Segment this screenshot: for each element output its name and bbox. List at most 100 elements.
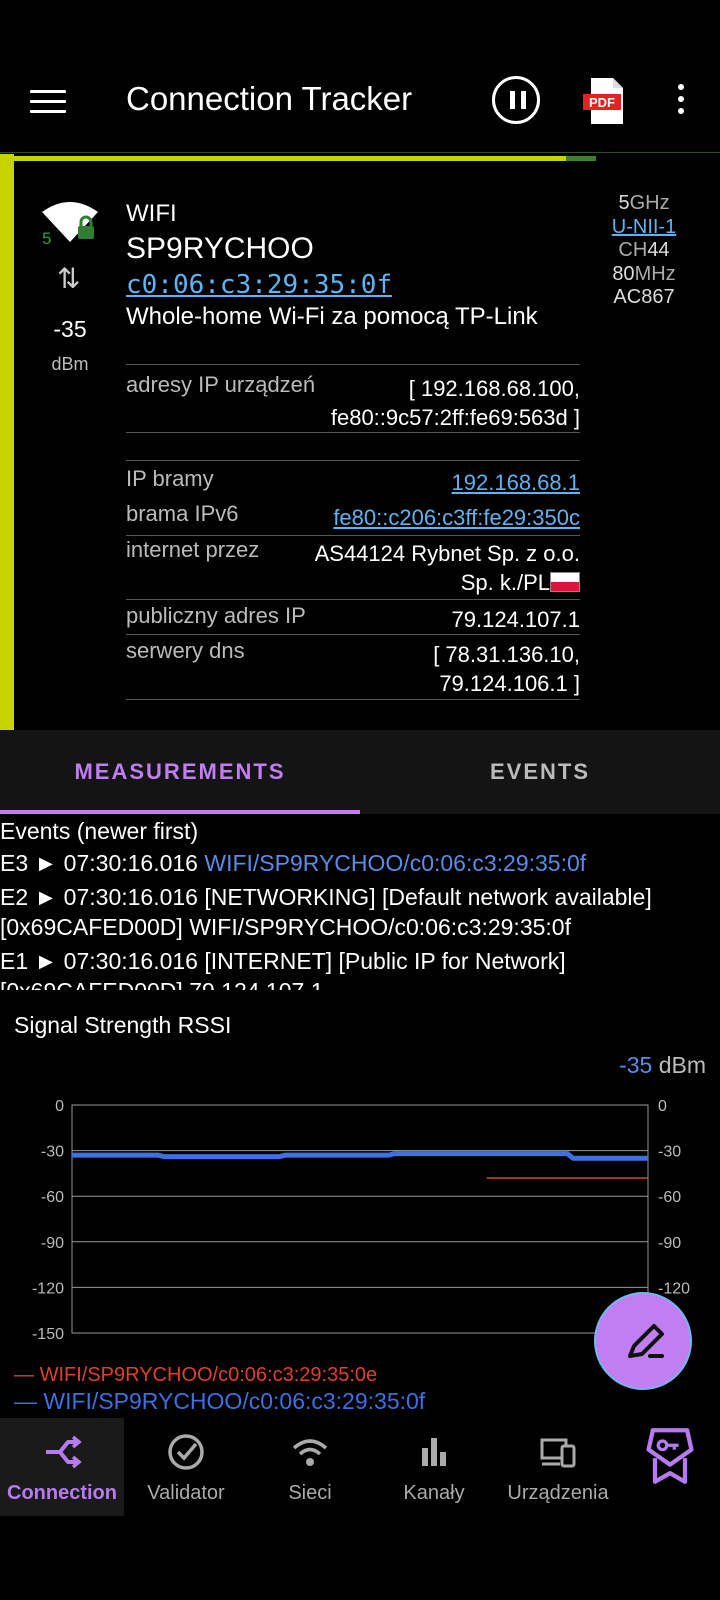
tab-measurements[interactable]: MEASUREMENTS [0, 730, 360, 814]
band-freq-unit: GHz [629, 192, 670, 214]
isp-line1: AS44124 Rybnet Sp. z o.o. [314, 541, 580, 566]
network-type: WIFI [126, 200, 177, 227]
events-header: Events (newer first) [0, 818, 199, 844]
wifi-signal-icon: 5 [40, 198, 100, 248]
divider [126, 599, 580, 600]
app-title: Connection Tracker [126, 80, 413, 117]
nav-channels[interactable]: Kanały [372, 1418, 496, 1516]
divider [126, 432, 580, 433]
nav-devices-label: Urządzenia [507, 1482, 609, 1504]
divider [126, 460, 580, 461]
pdf-export-icon[interactable]: PDF [583, 76, 627, 126]
y-tick-label-left: -30 [41, 1144, 64, 1161]
band-width-num: 80 [612, 262, 635, 285]
y-tick-label-left: 0 [55, 1098, 64, 1115]
dns-line2: 79.124.106.1 ] [439, 671, 580, 696]
nav-channels-label: Kanały [403, 1482, 465, 1504]
legend-0e-label: WIFI/SP9RYCHOO/c0:06:c3:29:35:0e [39, 1364, 378, 1386]
signal-quality-bar [0, 154, 14, 730]
band-width-unit: MHz [634, 262, 676, 285]
divider [0, 152, 720, 153]
band-standard: AC867 [613, 286, 675, 308]
y-tick-label-left: -120 [32, 1280, 64, 1297]
y-tick-label-left: -60 [41, 1189, 64, 1206]
event-e3-network: WIFI/SP9RYCHOO/c0:06:c3:29:35:0f [204, 850, 587, 876]
gateway-label: IP bramy [126, 466, 214, 491]
signal-quality-top-bar-end [566, 156, 596, 161]
nav-networks[interactable]: Sieci [248, 1418, 372, 1516]
y-tick-label-left: -90 [41, 1235, 64, 1252]
chart-current-unit: dBm [652, 1052, 706, 1078]
overflow-menu-icon[interactable] [678, 84, 684, 118]
check-circle-icon [168, 1434, 204, 1470]
app-bar: Connection Tracker PDF [0, 50, 720, 154]
divider [126, 364, 580, 365]
data-transfer-icon: ⇅ [57, 263, 81, 294]
pdf-label: PDF [589, 95, 615, 110]
event-e2-line2: [0x69CAFED00D] WIFI/SP9RYCHOO/c0:06:c3:2… [0, 914, 571, 940]
plot-frame [71, 1104, 649, 1334]
isp-line2: Sp. k./PL [460, 570, 550, 595]
dns-line1: [ 78.31.136.10, [433, 642, 580, 667]
dns-value: [ 78.31.136.10, 79.124.106.1 ] [433, 640, 580, 698]
poland-flag-icon [550, 572, 580, 592]
event-e2-line1: E2 ► 07:30:16.016 [NETWORKING] [Default … [0, 884, 652, 910]
divider [126, 699, 580, 700]
band-info: 5GHz U-NII-1 CH44 80MHz AC867 [596, 192, 692, 310]
events-list[interactable]: Events (newer first) E3 ► 07:30:16.016 W… [0, 814, 720, 990]
nav-validator-label: Validator [147, 1482, 225, 1504]
chart-current-number: -35 [619, 1052, 653, 1078]
device-ip-label: adresy IP urządzeń [126, 372, 316, 397]
pause-icon[interactable] [492, 76, 540, 124]
public-ip-label: publiczny adres IP [126, 603, 306, 628]
event-item-e1: E1 ► 07:30:16.016 [INTERNET] [Public IP … [0, 946, 710, 990]
device-ip-value: [ 192.168.68.100, fe80::9c57:2ff:fe69:56… [331, 374, 580, 432]
nav-validator[interactable]: Validator [124, 1418, 248, 1516]
rssi-value: -35 [53, 316, 87, 342]
chart-title: Signal Strength RSSI [14, 1012, 232, 1038]
isp-value: AS44124 Rybnet Sp. z o.o. Sp. k./PL [315, 539, 580, 597]
tab-events[interactable]: EVENTS [360, 730, 720, 814]
nav-networks-label: Sieci [288, 1482, 332, 1504]
menu-icon[interactable] [30, 90, 66, 114]
rssi-unit: dBm [51, 354, 89, 374]
dns-label: serwery dns [126, 638, 245, 663]
network-bssid-link[interactable]: c0:06:c3:29:35:0f [126, 270, 392, 300]
legend-0f-swatch: — [14, 1388, 44, 1414]
device-ip-line1: [ 192.168.68.100, [408, 376, 580, 401]
divider [126, 535, 580, 536]
legend-0e-swatch: — [14, 1364, 40, 1386]
public-ip-value: 79.124.107.1 [451, 607, 580, 632]
y-tick-label-right: -60 [658, 1189, 681, 1206]
gateway6-value-link[interactable]: fe80::c206:c3ff:fe29:350c [333, 503, 580, 532]
y-tick-label-right: 0 [658, 1098, 667, 1115]
edit-fab-button[interactable] [594, 1292, 692, 1390]
event-item-e3: E3 ► 07:30:16.016 WIFI/SP9RYCHOO/c0:06:c… [0, 848, 710, 878]
series-line-1 [72, 1151, 648, 1161]
gateway-value-link[interactable]: 192.168.68.1 [452, 468, 580, 497]
signal-quality-top-bar [14, 156, 566, 161]
isp-label: internet przez [126, 537, 260, 562]
connection-icon [46, 1435, 82, 1469]
y-tick-label-left: -150 [32, 1326, 64, 1343]
gateway6-label: brama IPv6 [126, 501, 239, 526]
band-freq-num: 5 [618, 192, 630, 214]
nav-premium[interactable] [620, 1418, 720, 1516]
nav-connection[interactable]: Connection [0, 1418, 124, 1516]
band-ch-prefix: CH [618, 239, 648, 261]
device-ip-line2: fe80::9c57:2ff:fe69:563d ] [330, 405, 580, 430]
nav-devices[interactable]: Urządzenia [496, 1418, 620, 1516]
bottom-navigation: Connection Validator Sieci Kanały Urządz… [0, 1418, 720, 1516]
devices-icon [540, 1438, 576, 1468]
edit-pen-icon [628, 1324, 664, 1358]
nav-connection-label: Connection [7, 1482, 117, 1504]
bar-chart-icon [422, 1438, 446, 1466]
wifi-generation: 5 [42, 229, 51, 246]
chart-current-value: -35 dBm [619, 1052, 706, 1079]
legend-item-0f: — WIFI/SP9RYCHOO/c0:06:c3:29:35:0f [14, 1388, 425, 1415]
event-e3-prefix: E3 ► 07:30:16.016 [0, 850, 205, 876]
event-e1-line2: [0x69CAFED00D] 79.124.107.1 [0, 976, 710, 990]
band-subband-link[interactable]: U-NII-1 [596, 216, 692, 240]
tab-bar: MEASUREMENTS EVENTS [0, 730, 720, 814]
divider [126, 634, 580, 635]
